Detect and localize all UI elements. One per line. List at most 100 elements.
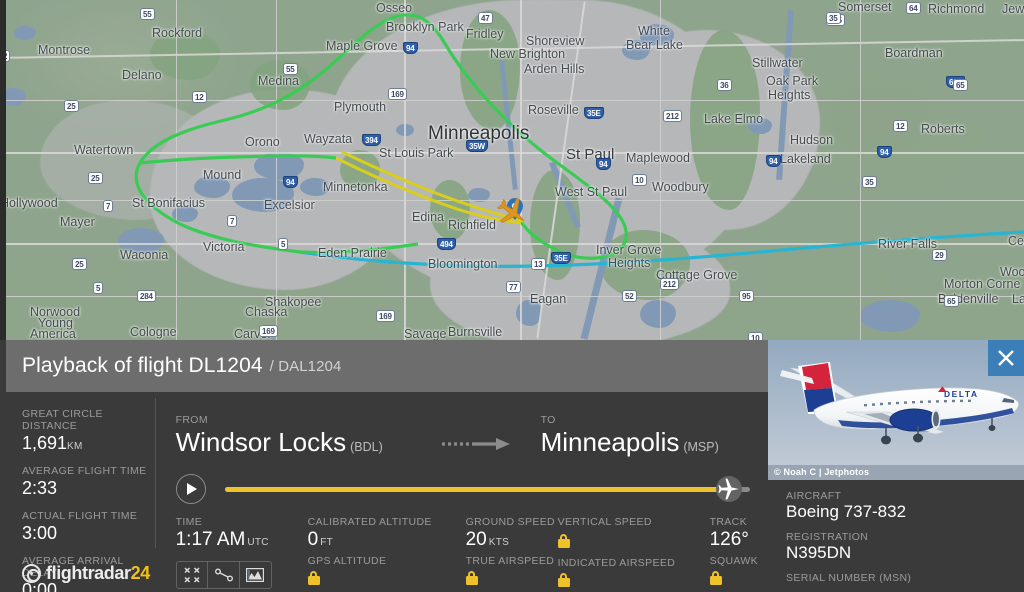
map-route-shield: 25 (72, 258, 87, 270)
aircraft-photo: DELTA © Noah C | Jetphotos (768, 340, 1024, 480)
altitude-chart-icon (246, 568, 265, 582)
flightradar24-playback-screen: Minneapolis St Paul Rockford Osseo Brooklyn … (0, 0, 1024, 592)
indicated-airspeed-label: INDICATED AIRSPEED (557, 557, 676, 569)
play-icon (187, 483, 198, 495)
telemetry-track: TRACK 126° SQUAWK (709, 516, 758, 592)
map-canvas[interactable]: Minneapolis St Paul Rockford Osseo Brooklyn … (0, 0, 1024, 340)
map-route-shield: 47 (478, 12, 493, 24)
route-origin[interactable]: FROM Windsor Locks (BDL) (176, 414, 411, 458)
map-route-shield: 5 (278, 238, 289, 250)
gps-altitude-label: GPS ALTITUDE (307, 555, 387, 567)
serial-number-value: - (786, 584, 1024, 592)
stat-label: GREAT CIRCLE DISTANCE (22, 408, 103, 432)
altitude-chart-button[interactable] (240, 562, 271, 588)
serial-number-label: SERIAL NUMBER (MSN) (786, 572, 912, 584)
route-path-button[interactable] (208, 562, 240, 588)
progress-handle-airplane-icon[interactable] (714, 474, 744, 504)
ground-speed-label: GROUND SPEED (465, 516, 555, 528)
close-button[interactable] (988, 340, 1024, 376)
map-route-shield: 35 (826, 12, 841, 24)
indicated-airspeed-lock-icon[interactable] (557, 573, 570, 587)
aircraft-type-label: AIRCRAFT (786, 490, 842, 502)
stat-great-circle-distance: GREAT CIRCLE DISTANCE 1,691km (22, 408, 156, 454)
map-route-shield: 64 (906, 2, 921, 14)
map-route-shield: 36 (717, 79, 732, 91)
true-airspeed-label: TRUE AIRSPEED (465, 555, 555, 567)
map-route-shield: 12 (192, 91, 207, 103)
route-arrow-icon (411, 437, 541, 458)
stat-value: 3:00 (22, 523, 58, 543)
brand-suffix: 24 (130, 563, 151, 583)
registration-value: N395DN (786, 543, 852, 562)
progress-fill (224, 486, 729, 492)
map-route-shield: 12 (893, 120, 908, 132)
map-route-shield: 35W (466, 140, 488, 152)
map-route-shield: 169 (388, 88, 407, 100)
map-route-shield: 7 (103, 200, 114, 212)
map-route-shield: 94 (766, 155, 781, 167)
cruise-track-cyan (299, 230, 1024, 268)
telemetry-ground-speed: GROUND SPEED 20 kts TRUE AIRSPEED (465, 516, 558, 592)
origin-code: (BDL) (350, 440, 383, 454)
collapse-button[interactable] (177, 562, 209, 588)
true-airspeed-lock-icon[interactable] (465, 571, 478, 585)
page-title: Playback of flight DL1204 (22, 354, 263, 377)
vertical-speed-label: VERTICAL SPEED (557, 516, 652, 528)
time-unit: UTC (247, 537, 269, 548)
destination-code: (MSP) (683, 440, 719, 454)
stat-unit: km (67, 441, 83, 452)
brand-name: flightradar (46, 563, 131, 583)
map-route-shield: 77 (506, 281, 521, 293)
flight-stats-column: GREAT CIRCLE DISTANCE 1,691km AVERAGE FL… (0, 392, 156, 592)
map-route-shield: 94 (283, 176, 298, 188)
play-button[interactable] (175, 474, 206, 504)
page-title-callsign: / DAL1204 (269, 357, 342, 375)
flightradar24-logo[interactable]: flightradar24 (22, 563, 150, 584)
panel-body: GREAT CIRCLE DISTANCE 1,691km AVERAGE FL… (0, 392, 768, 592)
map-route-shield: 55 (283, 63, 298, 75)
destination-city: Minneapolis (540, 427, 680, 457)
collapse-icon (184, 567, 200, 583)
aircraft-photo-illustration: DELTA (768, 340, 1024, 480)
route-from-label: FROM (175, 414, 208, 426)
map-route-shield: 94 (596, 158, 611, 170)
arrival-track-green-3 (139, 154, 337, 165)
map-route-shield: 284 (137, 290, 156, 302)
time-value: 1:17 AM (175, 529, 246, 550)
ground-speed-unit: kts (488, 537, 510, 548)
map-route-shield: 95 (739, 290, 754, 302)
time-label: TIME (175, 516, 203, 528)
stat-label: AVERAGE FLIGHT TIME (22, 465, 147, 477)
map-route-shield: 10 (748, 332, 763, 340)
map-route-shield: 5 (93, 282, 104, 294)
arrival-track-green-2 (299, 242, 419, 255)
calibrated-altitude-label: CALIBRATED ALTITUDE (307, 516, 432, 528)
squawk-lock-icon[interactable] (709, 571, 722, 585)
gps-altitude-lock-icon[interactable] (307, 571, 320, 585)
playback-controls (175, 472, 768, 506)
map-route-shield: 65 (944, 295, 959, 307)
panel-titlebar: Playback of flight DL1204 / DAL1204 (6, 340, 768, 392)
telemetry-vertical-speed: VERTICAL SPEED INDICATED AIRSPEED (557, 516, 710, 592)
route-path-icon (214, 568, 233, 582)
route-destination[interactable]: TO Minneapolis (MSP) (541, 414, 768, 458)
map-route-shield: 25 (64, 100, 79, 112)
stat-value: 2:33 (22, 478, 58, 498)
stat-value: 1,691 (22, 433, 68, 453)
route-row: FROM Windsor Locks (BDL) TO Minneapolis … (176, 406, 768, 458)
map-route-shield: 94 (403, 42, 418, 54)
stat-average-flight-time: AVERAGE FLIGHT TIME 2:33 (22, 465, 156, 499)
route-to-label: TO (540, 414, 556, 426)
map-tool-buttons (175, 561, 272, 589)
playback-progress-slider[interactable] (224, 474, 750, 504)
map-route-shield: 494 (437, 238, 456, 250)
track-label: TRACK (709, 516, 747, 528)
squawk-label: SQUAWK (709, 555, 758, 567)
map-route-shield: 10 (632, 174, 647, 186)
aircraft-type-value: Boeing 737-832 (786, 502, 907, 521)
vertical-speed-lock-icon[interactable] (557, 534, 570, 548)
svg-text:DELTA: DELTA (944, 389, 979, 399)
map-route-shield: 25 (88, 172, 103, 184)
aircraft-marker-icon[interactable] (495, 195, 529, 229)
map-route-shield: 212 (663, 110, 682, 122)
